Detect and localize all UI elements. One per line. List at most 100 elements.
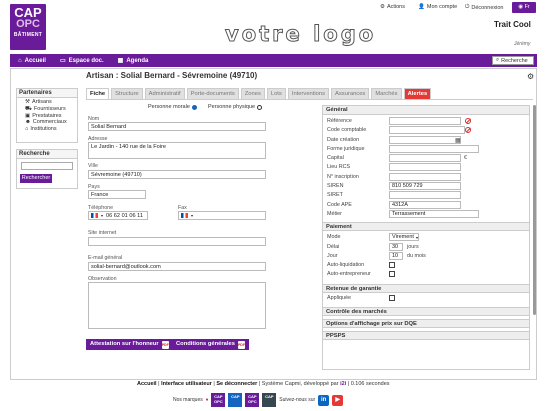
lieu-rcs-field[interactable] — [389, 163, 461, 172]
tab-interventions[interactable]: Interventions — [287, 88, 330, 99]
mode-select[interactable]: Virement ▾ — [389, 233, 419, 242]
row-date-creation: Date création ▦ — [323, 135, 529, 145]
calendar-icon[interactable]: ▦ — [455, 137, 461, 144]
settings-gear-icon[interactable]: ⚙ — [527, 72, 534, 81]
code-ape-field[interactable]: 4312A — [389, 200, 461, 209]
delai-field[interactable]: 30 — [389, 242, 403, 251]
fax-field[interactable]: ▾ — [178, 211, 266, 220]
email-field[interactable]: solial-bernard@outlook.com — [88, 262, 266, 271]
capital-field[interactable] — [389, 154, 461, 163]
auto-liquidation-label: Auto-liquidation — [327, 262, 365, 269]
language-button[interactable]: ◉ Fr — [512, 2, 536, 13]
pdf-icon: PDF — [237, 340, 245, 349]
brand-logo-3[interactable]: CAP — [228, 393, 243, 407]
sidebar-item-fournisseurs[interactable]: ⛟ Fournisseurs — [17, 106, 77, 113]
partners-title: Partenaires — [17, 89, 77, 98]
tab-assurances[interactable]: Assurances — [331, 88, 370, 99]
person-type-moral[interactable]: Personne morale — [148, 104, 197, 110]
person-type-physical[interactable]: Personne physique — [208, 104, 263, 110]
person-moral-radio[interactable] — [191, 104, 197, 110]
tab-lots[interactable]: Lots — [266, 88, 286, 99]
sidebar-search-button[interactable]: Rechercher — [20, 174, 52, 183]
brand-logo-5[interactable]: CAP — [262, 393, 277, 407]
person-physical-radio[interactable] — [257, 104, 263, 110]
i2i-logo[interactable]: i2i — [340, 381, 346, 387]
panel-scrollbar[interactable] — [533, 105, 536, 315]
appliquee-checkbox[interactable] — [389, 294, 395, 301]
siret-field[interactable] — [389, 191, 461, 200]
actions-link[interactable]: ⚙ Actions — [380, 4, 405, 10]
siren-field[interactable]: 810 509 729 — [389, 182, 461, 191]
brand-logo[interactable]: CAP OPC BÂTIMENT — [10, 4, 46, 50]
row-lieu-rcs: Lieu RCS — [323, 163, 529, 172]
footer-link-logout[interactable]: Se déconnecter — [216, 381, 257, 387]
sidebar-item-institutions[interactable]: ⌂ Institutions — [17, 126, 77, 133]
options-section-title[interactable]: Options d'affichage prix sur DQE — [323, 319, 529, 329]
brand-logo-1[interactable]: ♦ — [206, 397, 209, 403]
mode-value: Virement — [392, 234, 414, 241]
nav-documents[interactable]: ▭ Espace doc. — [59, 57, 104, 65]
forbidden-icon — [465, 127, 471, 134]
sidebar-search-input[interactable] — [21, 162, 73, 170]
site-field[interactable] — [88, 237, 266, 246]
tab-alertes[interactable]: Alertes — [403, 88, 432, 99]
dropdown-icon: ▾ — [101, 212, 104, 218]
row-reference: Référence — [323, 117, 529, 126]
account-link[interactable]: 👤 Mon compte — [418, 4, 457, 10]
jour-field[interactable]: 10 — [389, 251, 403, 260]
retenue-section-title[interactable]: Retenue de garantie — [323, 283, 529, 293]
pdf-icon: PDF — [161, 340, 169, 349]
ville-field[interactable]: Sévremoine (49710) — [88, 170, 266, 179]
attestation-button[interactable]: Attestation sur l'honneur PDF — [86, 339, 173, 350]
nav-agenda[interactable]: ▦ Agenda — [118, 57, 149, 65]
adresse-field[interactable]: Le Jardin - 140 rue de la Foire — [88, 142, 266, 159]
row-siren: SIREN 810 509 729 — [323, 182, 529, 191]
partners-box: Partenaires ⚒ Artisans ⛟ Fournisseurs ▣ Pre… — [16, 88, 78, 143]
jour-unit: du mois — [407, 252, 426, 259]
controle-section-title[interactable]: Contrôle des marchés — [323, 307, 529, 317]
actions-label: Actions — [386, 4, 405, 10]
auto-entrepreneur-checkbox[interactable] — [389, 271, 395, 278]
tab-structure[interactable]: Structure — [111, 88, 143, 99]
footer-link-interface[interactable]: Interface utilisateur — [161, 381, 212, 387]
telephone-field[interactable]: ▾ 06 62 01 06 11 — [88, 211, 148, 220]
capital-label: Capital — [327, 155, 344, 162]
logout-link[interactable]: ⏻ Déconnexion — [465, 4, 503, 11]
auto-liquidation-checkbox[interactable] — [389, 262, 395, 269]
code-comptable-field[interactable] — [389, 126, 465, 135]
nom-field[interactable]: Solial Bernard — [88, 122, 266, 131]
people-icon: ☻ — [25, 119, 31, 126]
auto-entrepreneur-label: Auto-entrepreneur — [327, 271, 371, 278]
sidebar-item-artisans[interactable]: ⚒ Artisans — [17, 99, 77, 106]
attestation-label: Attestation sur l'honneur — [90, 341, 159, 347]
nav-home[interactable]: ⌂ Accueil — [18, 58, 46, 64]
sidebar-item-prestataires[interactable]: ▣ Prestataires — [17, 113, 77, 120]
tab-fiche[interactable]: Fiche — [86, 88, 110, 99]
sidebar-item-label: Artisans — [31, 99, 52, 105]
ppsps-section-title[interactable]: PPSPS — [323, 331, 529, 341]
date-creation-field[interactable] — [389, 135, 461, 144]
pays-field[interactable]: France — [88, 190, 146, 199]
forme-juridique-field[interactable] — [389, 144, 479, 153]
sidebar-item-commerciaux[interactable]: ☻ Commerciaux — [17, 119, 77, 126]
conditions-button[interactable]: Conditions générales PDF — [172, 339, 249, 350]
nav-agenda-label: Agenda — [126, 57, 149, 64]
brand-logo-4[interactable]: CAP OPC — [245, 393, 260, 407]
tab-porte-documents[interactable]: Porte-documents — [186, 88, 239, 99]
tab-marches[interactable]: Marchés — [371, 88, 402, 99]
linkedin-icon[interactable]: in — [318, 394, 330, 406]
observation-field[interactable] — [88, 282, 266, 329]
brand-logo-2[interactable]: CAP OPC — [211, 393, 226, 407]
tab-zones[interactable]: Zones — [240, 88, 265, 99]
navbar-search-button[interactable]: ⌕ Recherche — [492, 56, 534, 65]
folder-icon: ▭ — [59, 58, 66, 64]
reference-field[interactable] — [389, 117, 461, 125]
inscription-field[interactable] — [389, 172, 461, 181]
tab-administratif[interactable]: Administratif — [144, 88, 185, 99]
footer-link-home[interactable]: Accueil — [137, 381, 157, 387]
row-metier: Métier Terrassement — [323, 209, 529, 219]
youtube-icon[interactable]: ▶ — [332, 394, 344, 406]
site-label: Site internet — [88, 230, 117, 236]
metier-field[interactable]: Terrassement — [389, 209, 479, 218]
reference-label: Référence — [327, 118, 352, 124]
